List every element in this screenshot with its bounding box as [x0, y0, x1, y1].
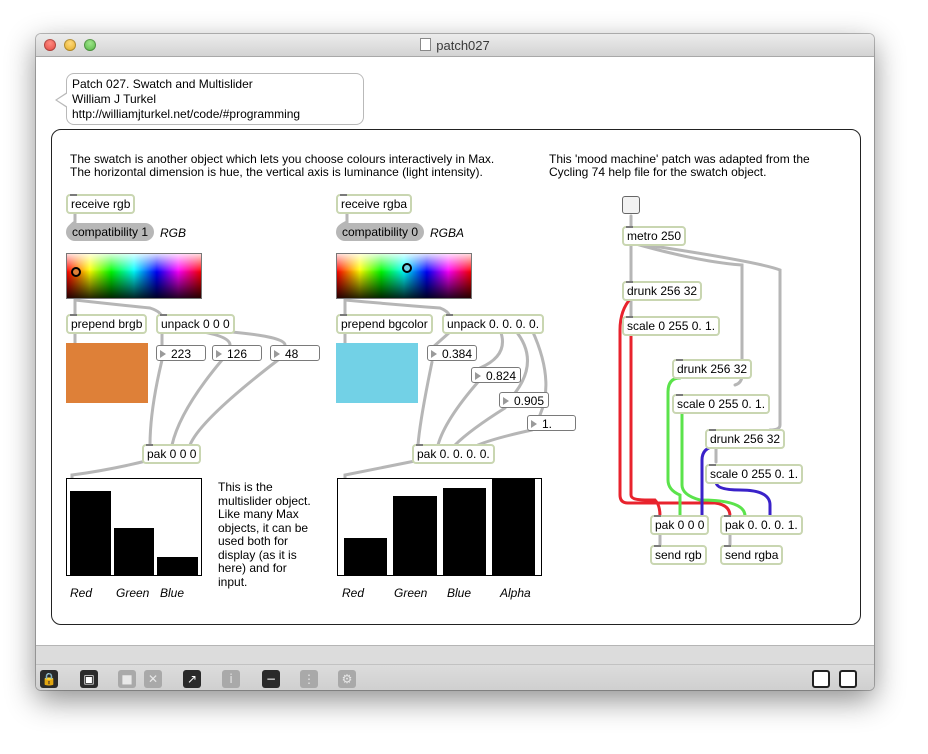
slider-bar[interactable]: [157, 557, 198, 575]
comment-line: http://williamjturkel.net/code/#programm…: [72, 107, 301, 121]
note-line: input.: [218, 574, 248, 589]
scale-object-3[interactable]: scale 0 255 0. 1.: [705, 464, 804, 484]
note-line: multislider object.: [218, 493, 311, 508]
slider-label-red: Red: [342, 586, 365, 600]
metro-object[interactable]: metro 250: [622, 226, 687, 246]
swatch-knob[interactable]: [402, 263, 412, 273]
bang-button[interactable]: [622, 196, 640, 214]
slider-bar[interactable]: [442, 488, 486, 575]
unpack-rgb-object[interactable]: unpack 0 0 0: [156, 314, 235, 334]
slider-label-alpha: Alpha: [500, 586, 531, 600]
green-float-box[interactable]: 0.824: [471, 367, 521, 383]
rgba-mode-label: RGBA: [430, 226, 465, 240]
blue-float-box[interactable]: 0.905: [499, 392, 549, 408]
rgba-color-panel[interactable]: [336, 343, 418, 403]
scale-object-2[interactable]: scale 0 255 0. 1.: [672, 394, 771, 414]
green-number-box[interactable]: 126: [212, 345, 262, 361]
rgba-swatch[interactable]: [336, 253, 472, 299]
receive-rgb-object[interactable]: receive rgb: [66, 194, 136, 214]
pak-mood-rgba-object[interactable]: pak 0. 0. 0. 1.: [720, 515, 803, 535]
slider-bar[interactable]: [70, 491, 111, 575]
compatibility-rgb-message[interactable]: compatibility 1: [66, 223, 155, 241]
drunk-object-3[interactable]: drunk 256 32: [705, 429, 786, 449]
rgb-multislider[interactable]: [66, 478, 202, 576]
header-comment[interactable]: Patch 027. Swatch and Multislider Willia…: [55, 73, 364, 125]
pak-mood-rgb-object[interactable]: pak 0 0 0: [650, 515, 710, 535]
alpha-float-box[interactable]: 1.: [527, 415, 576, 431]
note-line: Like many Max: [218, 507, 299, 521]
pak-rgb-object[interactable]: pak 0 0 0: [142, 444, 202, 464]
intro-line-2: The horizontal dimension is hue, the ver…: [70, 165, 483, 179]
swatch-light-wash: [67, 254, 201, 272]
slider-bar[interactable]: [113, 528, 155, 575]
scale-object-1[interactable]: scale 0 255 0. 1.: [622, 316, 721, 336]
red-number-box[interactable]: 223: [156, 345, 206, 361]
note-line: display (as it is: [218, 547, 297, 562]
note-line: here) and for: [218, 561, 287, 575]
compatibility-rgba-message[interactable]: compatibility 0: [336, 223, 425, 241]
prepend-brgb-object[interactable]: prepend brgb: [66, 314, 148, 334]
slider-bar[interactable]: [393, 496, 437, 575]
note-line: This is the: [218, 480, 273, 494]
rgb-mode-label: RGB: [160, 226, 187, 240]
rgb-color-panel[interactable]: [66, 343, 148, 403]
blue-number-box[interactable]: 48: [270, 345, 320, 361]
swatch-knob[interactable]: [71, 267, 81, 277]
header-comment-text: Patch 027. Swatch and Multislider Willia…: [72, 77, 300, 122]
slider-bar[interactable]: [344, 538, 388, 575]
bubble-tail-inner: [57, 93, 68, 107]
slider-bar[interactable]: [491, 479, 535, 575]
unpack-rgba-object[interactable]: unpack 0. 0. 0. 0.: [442, 314, 545, 334]
red-float-box[interactable]: 0.384: [427, 345, 477, 361]
slider-label-blue: Blue: [447, 586, 472, 600]
send-rgba-object[interactable]: send rgba: [720, 545, 784, 565]
multislider-note: This is the multislider object. Like man…: [218, 480, 311, 589]
slider-label-green: Green: [394, 586, 428, 600]
rgba-multislider[interactable]: [337, 478, 542, 576]
pak-rgba-object[interactable]: pak 0. 0. 0. 0.: [412, 444, 495, 464]
rgb-swatch[interactable]: [66, 253, 202, 299]
mood-comment-line-2: Cycling 74 help file for the swatch obje…: [549, 165, 767, 179]
prepend-bgcolor-object[interactable]: prepend bgcolor: [336, 314, 433, 334]
slider-label-blue: Blue: [160, 586, 185, 600]
receive-rgba-object[interactable]: receive rgba: [336, 194, 413, 214]
send-rgb-object[interactable]: send rgb: [650, 545, 707, 565]
note-line: objects, it can be: [218, 520, 309, 535]
slider-label-red: Red: [70, 586, 93, 600]
comment-line: Patch 027. Swatch and Multislider: [72, 77, 253, 91]
drunk-object-1[interactable]: drunk 256 32: [622, 281, 703, 301]
drunk-object-2[interactable]: drunk 256 32: [672, 359, 753, 379]
note-line: used both for: [218, 534, 289, 548]
comment-line: William J Turkel: [72, 92, 157, 106]
slider-label-green: Green: [116, 586, 150, 600]
